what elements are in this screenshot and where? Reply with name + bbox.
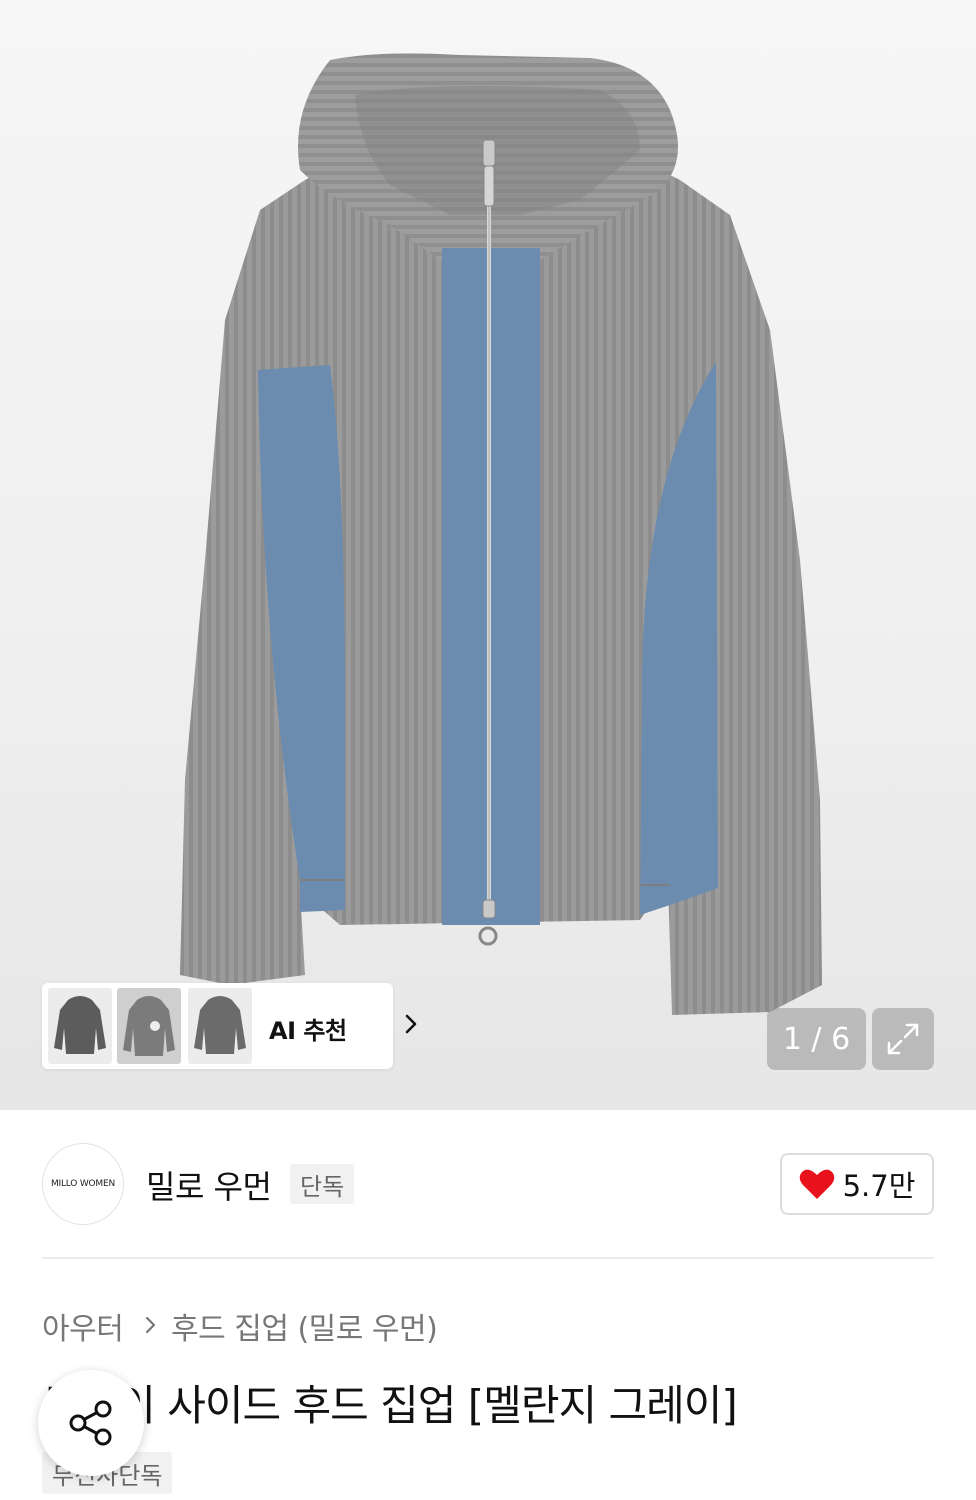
chevron-right-icon <box>145 1316 156 1334</box>
share-button[interactable] <box>38 1370 144 1476</box>
divider <box>42 1257 934 1259</box>
brand-exclusive-badge: 단독 <box>290 1164 355 1204</box>
recommended-item-thumbnail[interactable] <box>188 988 252 1064</box>
recommended-item-thumbnail[interactable] <box>48 988 112 1064</box>
brand-logo[interactable]: MILLO WOMEN <box>42 1143 124 1225</box>
ai-recommendation-label: AI 추천 <box>269 1017 347 1045</box>
product-title: 투웨이 사이드 후드 집업 [멜란지 그레이] <box>42 1381 738 1430</box>
breadcrumb-subcategory[interactable]: 후드 집업 (밀로 우먼) <box>171 1304 438 1348</box>
like-count: 5.7만 <box>842 1169 916 1203</box>
recommended-item-thumbnail[interactable] <box>117 988 181 1064</box>
like-button[interactable]: 5.7만 <box>780 1153 934 1215</box>
product-image-gallery[interactable]: AI 추천 1 / 6 <box>0 0 976 1110</box>
product-image <box>180 53 822 1015</box>
heart-icon <box>799 1169 834 1199</box>
chevron-right-icon <box>405 1014 417 1034</box>
breadcrumb-category[interactable]: 아우터 <box>42 1304 124 1348</box>
expand-icon <box>887 1023 919 1055</box>
share-icon <box>69 1400 112 1446</box>
image-counter: 1 / 6 <box>767 1008 866 1070</box>
brand-name[interactable]: 밀로 우먼 <box>146 1162 272 1208</box>
expand-image-button[interactable] <box>872 1008 934 1070</box>
brand-logo-text: MILLO WOMEN <box>50 1179 116 1189</box>
ai-recommendation-button[interactable]: AI 추천 <box>42 983 417 1069</box>
